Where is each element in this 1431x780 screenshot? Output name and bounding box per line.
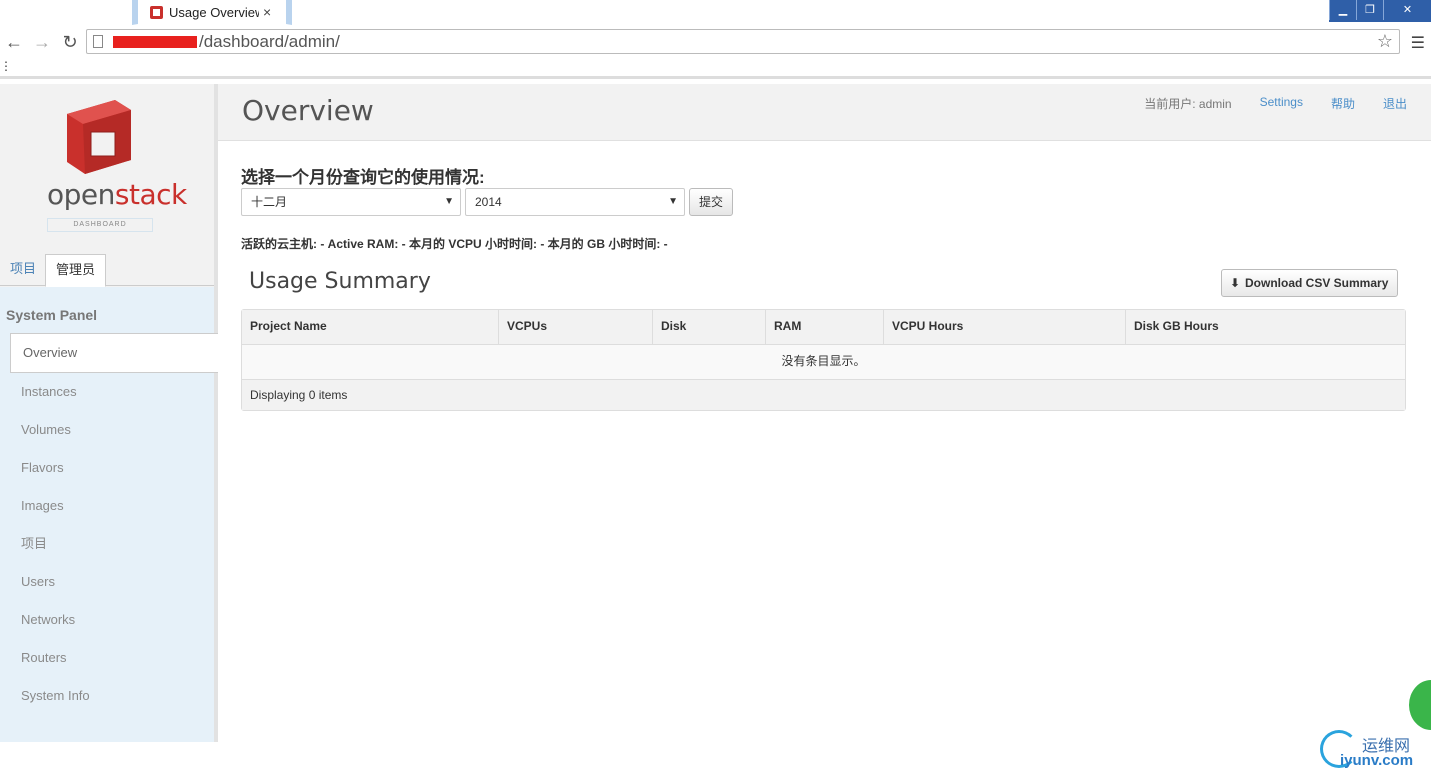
dashboard-label: DASHBOARD (47, 218, 153, 232)
sidebar-item-images[interactable]: Images (0, 487, 218, 525)
sidebar-item-projects[interactable]: 项目 (0, 525, 218, 563)
bookmark-overflow-icon[interactable]: ⋮ (0, 59, 12, 73)
sidebar-item-users[interactable]: Users (0, 563, 218, 601)
redacted-host (113, 35, 197, 48)
column-vcpus[interactable]: VCPUs (499, 310, 653, 345)
window-controls: ▁ ❐ ✕ (1329, 0, 1431, 22)
sidebar-item-flavors[interactable]: Flavors (0, 449, 218, 487)
address-bar[interactable]: /dashboard/admin/ ☆ (86, 29, 1400, 54)
month-select-label: 选择一个月份查询它的使用情况: (241, 168, 485, 187)
year-select-value: 2014 (475, 195, 502, 209)
window-close-icon[interactable]: ✕ (1383, 0, 1431, 20)
download-csv-button[interactable]: ⬇ Download CSV Summary (1221, 269, 1398, 297)
usage-stats: 活跃的云主机: - Active RAM: - 本月的 VCPU 小时时间: -… (241, 237, 668, 251)
back-arrow-icon[interactable]: ← (0, 28, 28, 56)
table-empty-row: 没有条目显示。 (242, 345, 1405, 380)
openstack-logo[interactable]: openstack DASHBOARD (45, 98, 187, 232)
sidebar: openstack DASHBOARD 项目 管理员 System Panel … (0, 84, 218, 742)
browser-menu-icon[interactable]: ☰ (1411, 33, 1425, 53)
bookmark-star-icon[interactable]: ☆ (1377, 31, 1393, 52)
sidebar-item-volumes[interactable]: Volumes (0, 411, 218, 449)
url-path: /dashboard/admin/ (199, 31, 340, 51)
sidebar-item-routers[interactable]: Routers (0, 639, 218, 677)
sidebar-tabs: 项目 管理员 (0, 254, 214, 287)
column-disk-gb-hours[interactable]: Disk GB Hours (1126, 310, 1405, 345)
column-ram[interactable]: RAM (766, 310, 884, 345)
panel-title: System Panel (6, 307, 98, 323)
submit-button[interactable]: 提交 (689, 188, 733, 216)
forward-arrow-icon[interactable]: → (28, 28, 56, 56)
month-select-value: 十二月 (251, 195, 288, 209)
browser-tabstrip: Usage Overview × ▁ ❐ ✕ (0, 0, 1431, 27)
user-links: 当前用户: admin Settings 帮助 退出 (1116, 95, 1407, 112)
column-disk[interactable]: Disk (653, 310, 766, 345)
sidebar-item-system-info[interactable]: System Info (0, 677, 218, 715)
usage-summary-title: Usage Summary (249, 269, 431, 294)
floating-widget-icon[interactable] (1409, 680, 1431, 730)
minimize-icon[interactable]: ▁ (1329, 0, 1356, 20)
browser-tab[interactable]: Usage Overview × (132, 0, 292, 25)
page-title: Overview (242, 94, 374, 127)
month-select[interactable]: 十二月 ▼ (241, 188, 461, 216)
openstack-wordmark: openstack (47, 178, 187, 211)
reload-icon[interactable]: ↻ (56, 28, 84, 56)
chevron-down-icon: ▼ (668, 196, 678, 207)
tab-project[interactable]: 项目 (0, 254, 46, 287)
column-vcpu-hours[interactable]: VCPU Hours (884, 310, 1126, 345)
tab-admin[interactable]: 管理员 (45, 254, 107, 287)
table-header: Project Name VCPUs Disk RAM VCPU Hours D… (242, 310, 1405, 345)
sidebar-item-networks[interactable]: Networks (0, 601, 218, 639)
settings-link[interactable]: Settings (1260, 95, 1303, 112)
watermark-logo: 运维网 iyunv.com (1320, 730, 1425, 772)
tab-close-icon[interactable]: × (263, 4, 271, 20)
tab-title: Usage Overview (169, 4, 259, 20)
page-header: Overview 当前用户: admin Settings 帮助 退出 (218, 84, 1431, 141)
download-icon: ⬇ (1230, 276, 1241, 290)
table-footer: Displaying 0 items (242, 380, 1405, 410)
help-link[interactable]: 帮助 (1331, 95, 1355, 112)
sidebar-item-overview[interactable]: Overview (10, 333, 218, 373)
download-csv-label: Download CSV Summary (1245, 276, 1389, 290)
year-select[interactable]: 2014 ▼ (465, 188, 685, 216)
logout-link[interactable]: 退出 (1383, 95, 1407, 112)
watermark-en: iyunv.com (1340, 752, 1414, 769)
browser-toolbar: ← → ↻ /dashboard/admin/ ☆ ☰ (0, 27, 1431, 57)
bookmark-bar: ⋮ (0, 57, 1431, 79)
openstack-favicon-icon (150, 5, 163, 19)
restore-icon[interactable]: ❐ (1356, 0, 1383, 20)
current-user-label: 当前用户: admin (1144, 97, 1232, 111)
nav-list: Overview Instances Volumes Flavors Image… (0, 333, 218, 715)
openstack-cube-icon (67, 100, 131, 174)
usage-table: Project Name VCPUs Disk RAM VCPU Hours D… (241, 309, 1406, 411)
sidebar-item-instances[interactable]: Instances (0, 373, 218, 411)
system-panel: System Panel Overview Instances Volumes … (0, 287, 218, 742)
chevron-down-icon: ▼ (444, 196, 454, 207)
page-icon (93, 35, 103, 48)
column-project-name[interactable]: Project Name (242, 310, 499, 345)
